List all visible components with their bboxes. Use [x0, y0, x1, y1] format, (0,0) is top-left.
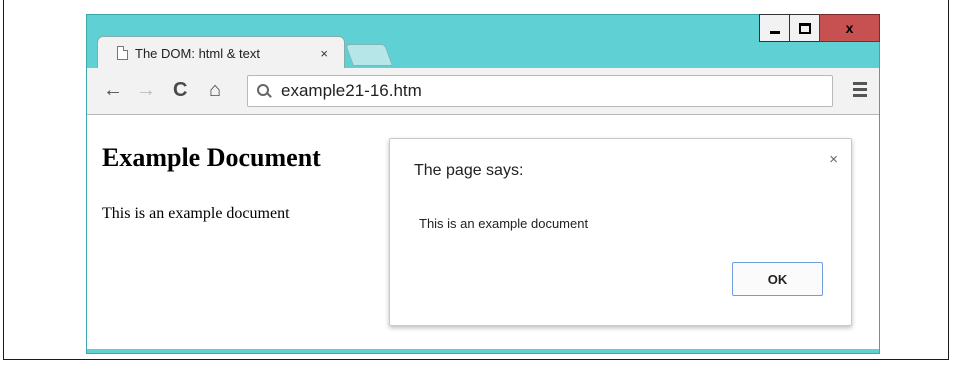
dialog-message: This is an example document — [419, 216, 589, 231]
ok-button[interactable]: OK — [732, 262, 823, 296]
home-icon[interactable]: ⌂ — [209, 80, 221, 100]
url-text[interactable]: example21-16.htm — [281, 81, 422, 101]
dialog-title: The page says: — [414, 162, 524, 179]
tab-title: The DOM: html & text — [135, 45, 260, 61]
page-paragraph: This is an example document — [102, 205, 290, 222]
search-icon — [257, 84, 272, 98]
back-arrow-icon[interactable]: ← — [103, 80, 123, 100]
page-content: Example Document This is an example docu… — [87, 115, 879, 349]
maximize-button[interactable] — [789, 14, 820, 42]
minimize-button[interactable] — [759, 14, 790, 42]
alert-dialog: The page says: × This is an example docu… — [389, 138, 852, 326]
reload-icon[interactable]: C — [173, 80, 187, 100]
tab-close-icon[interactable]: × — [320, 46, 328, 61]
tab-active[interactable]: The DOM: html & text × — [97, 36, 345, 69]
browser-window: x The DOM: html & text × ← → C ⌂ example… — [86, 14, 880, 354]
maximize-icon — [798, 22, 811, 34]
address-bar[interactable]: example21-16.htm — [247, 75, 833, 107]
window-controls: x — [759, 14, 880, 42]
new-tab-button[interactable] — [344, 44, 394, 66]
page-heading: Example Document — [102, 143, 321, 172]
menu-icon[interactable] — [853, 82, 867, 100]
minimize-icon — [769, 30, 780, 34]
page-icon — [117, 46, 128, 60]
dialog-close-icon[interactable]: × — [829, 151, 838, 168]
toolbar: ← → C ⌂ example21-16.htm — [87, 68, 879, 115]
close-icon: x — [845, 20, 854, 36]
close-window-button[interactable]: x — [819, 14, 880, 42]
forward-arrow-icon[interactable]: → — [136, 80, 156, 100]
